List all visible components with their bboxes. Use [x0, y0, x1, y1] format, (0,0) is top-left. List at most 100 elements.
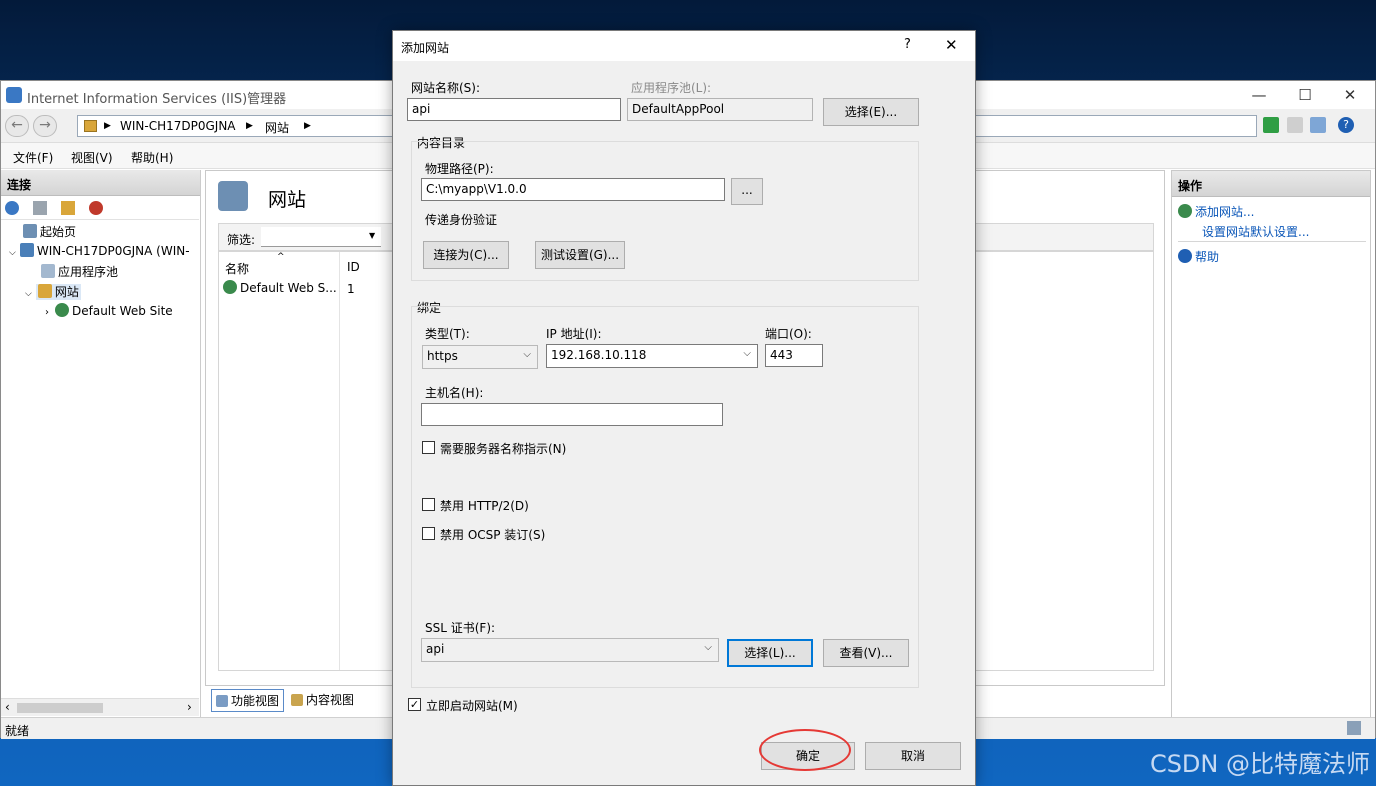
action-site-defaults[interactable]: 设置网站默认设置...	[1202, 223, 1309, 240]
site-name-input[interactable]: api	[407, 98, 621, 121]
start-page-icon	[23, 224, 37, 238]
chevron-right-icon: ›	[45, 307, 49, 318]
actions-divider	[1178, 241, 1366, 242]
help-icon[interactable]: ?	[1338, 117, 1354, 133]
help-icon	[1178, 249, 1192, 263]
action-help[interactable]: 帮助	[1178, 248, 1219, 265]
close-window-button[interactable]: ✕	[1327, 85, 1373, 107]
table-row[interactable]: Default Web S... 1	[223, 280, 413, 300]
iis-window-title: Internet Information Services (IIS)管理器	[27, 92, 287, 107]
dialog-title: 添加网站	[401, 41, 450, 55]
actions-header: 操作	[1172, 171, 1370, 197]
ok-button-annotation-circle	[759, 729, 851, 771]
scroll-thumb[interactable]	[17, 703, 103, 713]
disable-ocsp-checkbox[interactable]	[422, 527, 435, 540]
connections-panel: 连接 起始页 ⌵ WIN-CH17DP0GJNA (WIN- 应用程序池 ⌵ 网站 …	[1, 170, 201, 718]
disable-http2-checkbox[interactable]	[422, 498, 435, 511]
filter-dropdown-icon[interactable]: ▼	[369, 231, 375, 240]
port-label: 端口(O):	[765, 327, 812, 341]
start-now-checkbox[interactable]: ✓	[408, 698, 421, 711]
connect-as-button[interactable]: 连接为(C)...	[423, 241, 509, 269]
network-icon	[1347, 721, 1361, 735]
ssl-select-button[interactable]: 选择(L)...	[727, 639, 813, 667]
up-folder-icon[interactable]	[61, 201, 75, 215]
row-site-name: Default Web S...	[240, 281, 337, 295]
connections-toolbar	[1, 196, 199, 220]
filter-input[interactable]	[261, 227, 381, 247]
watermark: CSDN @比特魔法师	[1149, 750, 1370, 778]
host-name-input[interactable]	[421, 403, 723, 426]
select-app-pool-button[interactable]: 选择(E)...	[823, 98, 919, 126]
action-add-site[interactable]: 添加网站...	[1178, 203, 1254, 220]
site-folder-icon	[84, 120, 97, 132]
chevron-down-icon: ⌵	[9, 248, 16, 258]
tree-item-default-site[interactable]: › Default Web Site	[45, 303, 173, 318]
column-separator	[339, 252, 340, 670]
delete-connection-icon[interactable]	[89, 201, 103, 215]
menu-view[interactable]: 视图(V)	[71, 149, 113, 166]
cancel-button[interactable]: 取消	[865, 742, 961, 770]
tree-item-app-pools[interactable]: 应用程序池	[41, 263, 118, 280]
save-icon[interactable]	[33, 201, 47, 215]
scroll-right-icon[interactable]: ›	[187, 700, 192, 714]
refresh-icon[interactable]	[1263, 117, 1279, 133]
sites-page-icon	[218, 181, 248, 211]
physical-path-input[interactable]: C:\myapp\V1.0.0	[421, 178, 725, 201]
sni-checkbox[interactable]	[422, 441, 435, 454]
iis-app-icon	[6, 87, 22, 103]
menu-help[interactable]: 帮助(H)	[131, 149, 173, 166]
chevron-down-icon: ⌵	[704, 642, 712, 653]
back-button[interactable]: ←	[5, 115, 29, 137]
port-input[interactable]: 443	[765, 344, 823, 367]
chevron-down-icon: ⌵	[523, 349, 531, 360]
scroll-left-icon[interactable]: ‹	[5, 700, 10, 714]
actions-panel: 操作 添加网站... 设置网站默认设置... 帮助	[1171, 170, 1371, 718]
site-name-label: 网站名称(S):	[411, 81, 481, 95]
home-icon[interactable]	[1310, 117, 1326, 133]
dialog-title-bar: 添加网站 ? ✕	[393, 31, 975, 61]
add-website-dialog: 添加网站 ? ✕ 网站名称(S): api 应用程序池(L): DefaultA…	[392, 30, 976, 786]
tree-item-sites[interactable]: ⌵ 网站	[25, 283, 81, 300]
ssl-view-button[interactable]: 查看(V)...	[823, 639, 909, 667]
ip-address-select[interactable]: 192.168.10.118 ⌵	[546, 344, 758, 368]
chevron-down-icon: ⌵	[25, 289, 32, 299]
app-pool-label: 应用程序池(L):	[631, 81, 712, 95]
ssl-cert-label: SSL 证书(F):	[425, 621, 496, 635]
filter-label: 筛选:	[227, 233, 256, 247]
test-settings-button[interactable]: 测试设置(G)...	[535, 241, 625, 269]
content-view-icon	[291, 694, 303, 706]
dialog-close-button[interactable]: ✕	[945, 36, 958, 54]
tree-item-server[interactable]: ⌵ WIN-CH17DP0GJNA (WIN-	[9, 243, 190, 258]
disable-ocsp-label: 禁用 OCSP 装订(S)	[440, 528, 546, 542]
breadcrumb-server[interactable]: WIN-CH17DP0GJNA	[120, 119, 236, 133]
app-pool-icon	[41, 264, 55, 278]
connections-header: 连接	[1, 170, 200, 196]
forward-button[interactable]: →	[33, 115, 57, 137]
breadcrumb-sep-icon: ▶	[246, 121, 253, 131]
menu-file[interactable]: 文件(F)	[13, 149, 53, 166]
column-name[interactable]: 名称	[225, 260, 249, 277]
tab-content-view[interactable]: 内容视图	[291, 691, 354, 708]
minimize-button[interactable]: —	[1236, 85, 1282, 107]
add-site-icon	[1178, 204, 1192, 218]
pass-auth-label: 传递身份验证	[425, 213, 498, 227]
column-id[interactable]: ID	[347, 260, 360, 274]
connect-icon[interactable]	[5, 201, 19, 215]
dialog-help-button[interactable]: ?	[904, 37, 911, 52]
browse-path-button[interactable]: ...	[731, 178, 763, 205]
physical-path-label: 物理路径(P):	[425, 162, 494, 176]
center-page-title: 网站	[268, 189, 307, 211]
stop-icon[interactable]	[1287, 117, 1303, 133]
breadcrumb-sites[interactable]: 网站	[265, 119, 289, 136]
server-icon	[19, 243, 34, 257]
row-site-id: 1	[347, 282, 355, 296]
start-now-label: 立即启动网站(M)	[426, 699, 518, 713]
globe-icon	[55, 303, 69, 317]
horizontal-scrollbar[interactable]: ‹ ›	[1, 698, 199, 716]
tree-item-start-page[interactable]: 起始页	[23, 223, 76, 240]
maximize-button[interactable]: ☐	[1282, 85, 1328, 107]
ssl-cert-select[interactable]: api ⌵	[421, 638, 719, 662]
binding-type-select[interactable]: https ⌵	[422, 345, 538, 369]
globe-icon	[223, 280, 237, 294]
tab-features-view[interactable]: 功能视图	[211, 689, 285, 712]
